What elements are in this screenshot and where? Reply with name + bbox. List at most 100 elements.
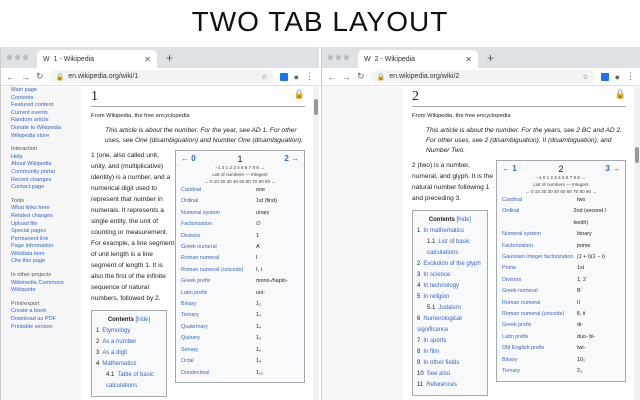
- prev-number-link[interactable]: ← 0: [181, 154, 196, 164]
- protection-lock-icon[interactable]: 🔒: [615, 89, 626, 105]
- infobox-key[interactable]: Quinary: [181, 333, 256, 344]
- toc-item[interactable]: 7 In sports: [417, 336, 483, 347]
- toc-item[interactable]: 1 In mathematics: [417, 226, 483, 237]
- infobox-key[interactable]: Numeral system: [181, 208, 256, 219]
- toc-hide-link[interactable]: [hide]: [456, 217, 471, 223]
- infobox-key[interactable]: Gaussian integer factorization: [502, 252, 577, 263]
- infobox-key[interactable]: Ternary: [181, 310, 256, 321]
- extension-icon[interactable]: [279, 72, 288, 81]
- sidebar-item[interactable]: Featured content: [11, 102, 81, 110]
- sidebar-item[interactable]: Community portal: [11, 169, 81, 177]
- sidebar-item[interactable]: Main page: [11, 87, 81, 95]
- infobox-key[interactable]: Cardinal: [502, 195, 577, 206]
- infobox-key[interactable]: Octal: [181, 356, 256, 367]
- reload-icon[interactable]: ↻: [36, 71, 44, 82]
- toc-item[interactable]: 9 In other fields: [417, 358, 483, 369]
- new-tab-button[interactable]: +: [487, 51, 494, 65]
- sidebar-item[interactable]: What links here: [11, 205, 81, 213]
- sidebar-item[interactable]: Wikipedia store: [11, 133, 81, 141]
- infobox-key[interactable]: Binary: [181, 299, 256, 310]
- sidebar-item[interactable]: About Wikipedia: [11, 161, 81, 169]
- forward-icon[interactable]: →: [21, 72, 30, 82]
- sidebar-item[interactable]: Cite this page: [11, 258, 81, 266]
- infobox-key[interactable]: Factorization: [502, 241, 577, 252]
- infobox-key[interactable]: Ternary: [502, 366, 577, 377]
- infobox-key[interactable]: Numeral system: [502, 229, 577, 240]
- toc-item[interactable]: 4.1 Table of basic calculations: [96, 370, 162, 392]
- tens-nav[interactable]: ← 0 10 20 30 40 50 60 70 80 90 →: [181, 178, 299, 185]
- sidebar-item[interactable]: Wikimedia Commons: [11, 280, 81, 288]
- infobox-key[interactable]: Ordinal: [181, 196, 256, 207]
- sidebar-item[interactable]: Related changes: [11, 213, 81, 221]
- sidebar-item[interactable]: Contents: [11, 95, 81, 103]
- infobox-key[interactable]: Prime: [502, 263, 577, 274]
- infobox-key[interactable]: Ordinal: [502, 206, 573, 229]
- close-tab-icon[interactable]: ✕: [144, 55, 151, 64]
- infobox-key[interactable]: Binary: [502, 355, 577, 366]
- toc-item[interactable]: 10 See also: [417, 369, 483, 380]
- toc-item[interactable]: 8 In film: [417, 347, 483, 358]
- toc-item[interactable]: 5.1 Judaism: [417, 303, 483, 314]
- sidebar-item[interactable]: Wikiquote: [11, 287, 81, 295]
- close-tab-icon[interactable]: ✕: [465, 55, 472, 64]
- list-of-numbers-nav[interactable]: List of numbers — Integers: [181, 171, 299, 178]
- toc-item[interactable]: 3 As a digit: [96, 348, 162, 359]
- toc-hide-link[interactable]: [hide]: [135, 317, 150, 323]
- profile-icon[interactable]: ●: [294, 72, 299, 82]
- browser-tab[interactable]: W2 - Wikipedia ✕: [358, 50, 478, 68]
- scrollbar[interactable]: [313, 87, 319, 400]
- infobox-key[interactable]: Roman numeral: [502, 298, 577, 309]
- toc-item[interactable]: 1 Etymology: [96, 326, 162, 337]
- menu-icon[interactable]: ⋮: [626, 71, 635, 82]
- infobox-key[interactable]: Roman numeral: [181, 253, 256, 264]
- address-bar[interactable]: 🔒 en.wikipedia.org/wiki/1 ☆: [49, 69, 274, 84]
- sidebar-item[interactable]: Printable version: [11, 324, 81, 332]
- forward-icon[interactable]: →: [342, 72, 351, 82]
- sidebar-item[interactable]: Permanent link: [11, 236, 81, 244]
- infobox-key[interactable]: Greek numeral: [502, 286, 577, 297]
- sidebar-item[interactable]: Special pages: [11, 228, 81, 236]
- infobox-key[interactable]: Greek numeral: [181, 242, 256, 253]
- browser-tab[interactable]: W1 - Wikipedia ✕: [37, 50, 157, 68]
- infobox-key[interactable]: Factorization: [181, 219, 256, 230]
- sidebar-item[interactable]: Contact page: [11, 184, 81, 192]
- toc-item[interactable]: 2 As a number: [96, 337, 162, 348]
- sidebar-item[interactable]: Random article: [11, 117, 81, 125]
- toc-item[interactable]: 6 Numerological significance: [417, 314, 483, 336]
- infobox-key[interactable]: Latin prefix: [502, 332, 577, 343]
- infobox-key[interactable]: Cardinal: [181, 185, 256, 196]
- infobox-key[interactable]: Roman numeral (unicode): [502, 309, 577, 320]
- sidebar-item[interactable]: Wikidata item: [11, 251, 81, 259]
- window-controls[interactable]: [7, 55, 28, 60]
- sidebar-item[interactable]: Help: [11, 154, 81, 162]
- next-number-link[interactable]: 2 →: [284, 154, 299, 164]
- protection-lock-icon[interactable]: 🔒: [294, 89, 305, 105]
- sidebar-item[interactable]: Donate to Wikipedia: [11, 125, 81, 133]
- toc-item[interactable]: 4 In technology: [417, 281, 483, 292]
- next-number-link[interactable]: 3 →: [605, 164, 620, 174]
- toc-item[interactable]: 3 In science: [417, 270, 483, 281]
- integers-nav[interactable]: −1 0 1 2 3 4 5 6 7 8 9 →: [502, 174, 620, 181]
- new-tab-button[interactable]: +: [166, 51, 173, 65]
- infobox-key[interactable]: Greek prefix: [181, 276, 256, 287]
- reload-icon[interactable]: ↻: [357, 71, 365, 82]
- infobox-key[interactable]: Old English prefix: [502, 343, 577, 354]
- back-icon[interactable]: ←: [327, 72, 336, 82]
- scrollbar[interactable]: [634, 87, 640, 400]
- toc-item[interactable]: 2 Evolution of the glyph: [417, 259, 483, 270]
- infobox-key[interactable]: Latin prefix: [181, 288, 256, 299]
- infobox-key[interactable]: Divisors: [502, 275, 577, 286]
- infobox-key[interactable]: Divisors: [181, 231, 256, 242]
- sidebar-item[interactable]: Upload file: [11, 221, 81, 229]
- tens-nav[interactable]: ← 0 10 20 30 40 50 60 70 80 90 →: [502, 188, 620, 195]
- bookmark-star-icon[interactable]: ☆: [582, 73, 588, 81]
- sidebar-item[interactable]: Download as PDF: [11, 316, 81, 324]
- toc-item[interactable]: 4 Mathematics: [96, 359, 162, 370]
- window-controls[interactable]: [328, 55, 349, 60]
- sidebar-item[interactable]: Page information: [11, 243, 81, 251]
- menu-icon[interactable]: ⋮: [305, 71, 314, 82]
- infobox-key[interactable]: Roman numeral (unicode): [181, 265, 256, 276]
- infobox-key[interactable]: Senary: [181, 345, 256, 356]
- infobox-key[interactable]: Quaternary: [181, 322, 256, 333]
- infobox-key[interactable]: Duodecimal: [181, 368, 256, 379]
